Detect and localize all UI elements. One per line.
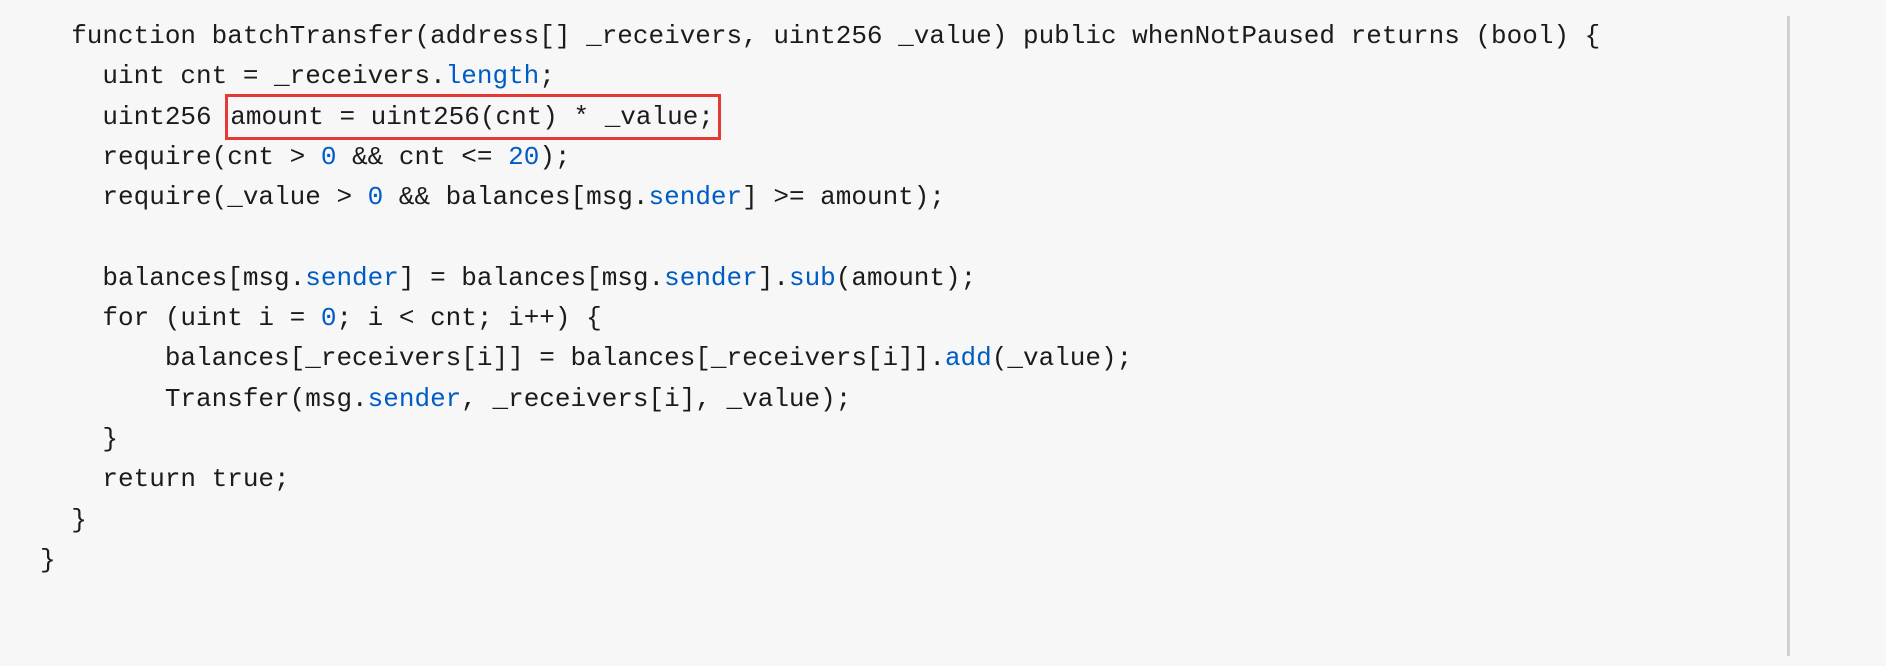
code-line-11: } (40, 424, 118, 454)
code-line-2: uint cnt = _receivers.length; (40, 61, 555, 91)
code-line-1: function batchTransfer(address[] _receiv… (40, 21, 1600, 51)
property-sender: sender (368, 384, 462, 414)
code-line-4: require(cnt > 0 && cnt <= 20); (40, 142, 571, 172)
vertical-divider (1787, 16, 1790, 656)
code-line-12: return true; (40, 464, 290, 494)
code-line-10: Transfer(msg.sender, _receivers[i], _val… (40, 384, 851, 414)
code-line-13: } (40, 505, 87, 535)
property-sender: sender (664, 263, 758, 293)
method-add: add (945, 343, 992, 373)
code-line-7: balances[msg.sender] = balances[msg.send… (40, 263, 976, 293)
code-line-14: } (40, 545, 56, 575)
code-line-5: require(_value > 0 && balances[msg.sende… (40, 182, 945, 212)
code-line-8: for (uint i = 0; i < cnt; i++) { (40, 303, 602, 333)
code-line-9: balances[_receivers[i]] = balances[_rece… (40, 343, 1132, 373)
code-line-3: uint256 amount = uint256(cnt) * _value; (40, 102, 717, 132)
property-sender: sender (305, 263, 399, 293)
method-sub: sub (789, 263, 836, 293)
property-sender: sender (649, 182, 743, 212)
highlighted-overflow-line: amount = uint256(cnt) * _value; (225, 94, 721, 140)
code-block: function batchTransfer(address[] _receiv… (0, 16, 1886, 580)
code-snippet-container: function batchTransfer(address[] _receiv… (0, 16, 1886, 580)
property-length: length (446, 61, 540, 91)
